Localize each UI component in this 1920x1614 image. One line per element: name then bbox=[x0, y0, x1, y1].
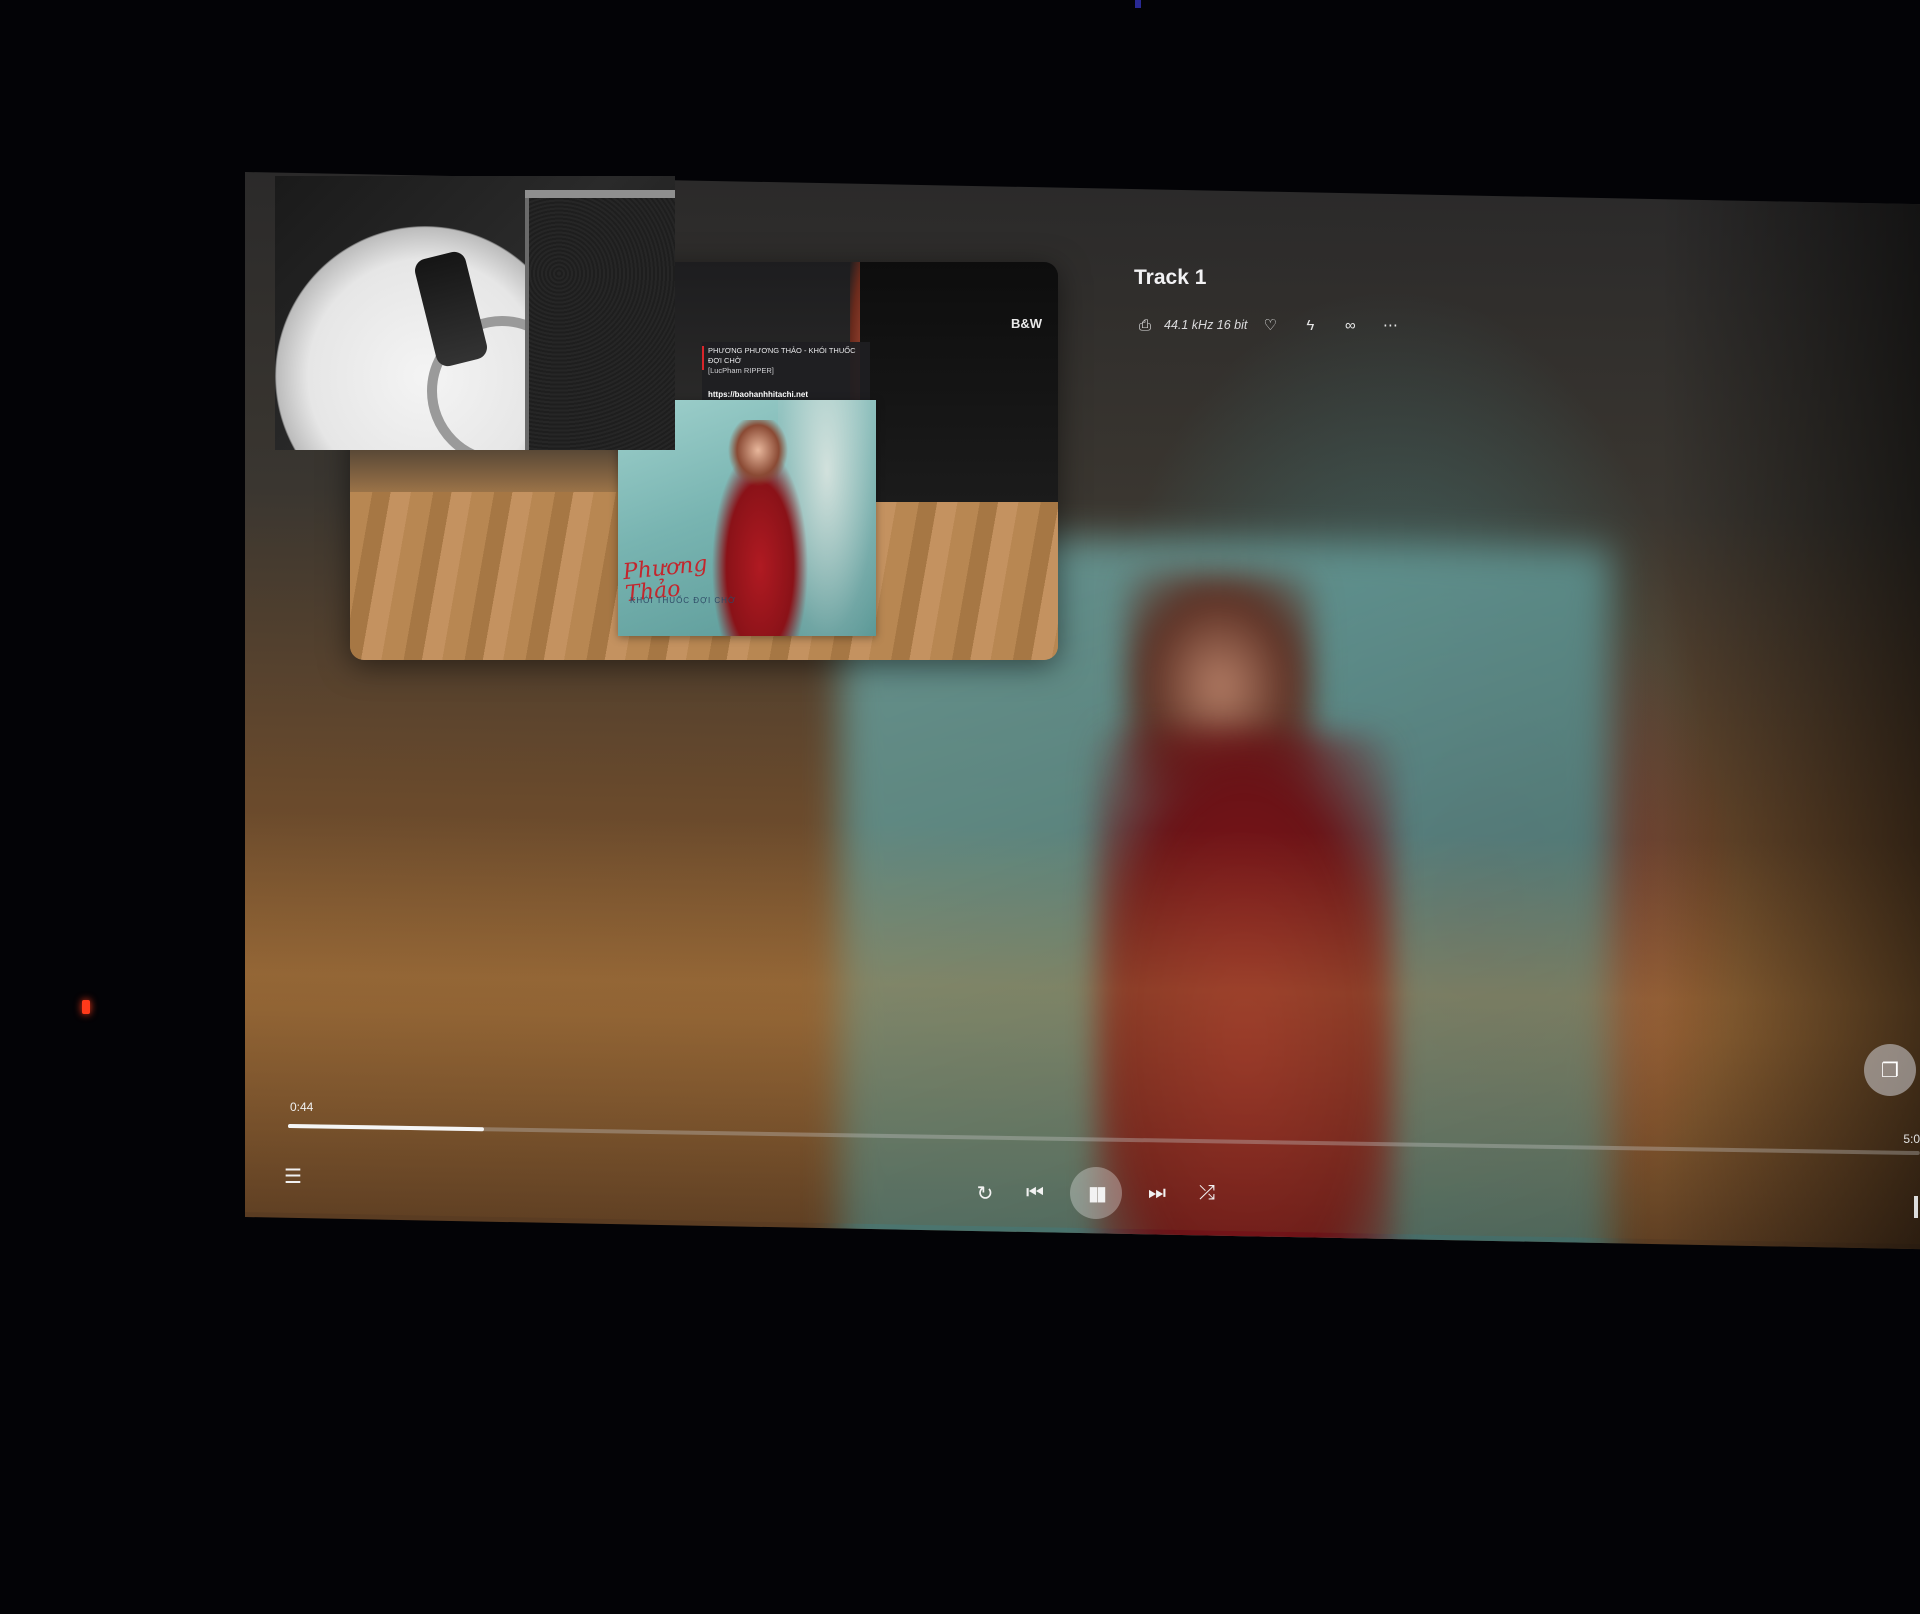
queue-icon: ☰ bbox=[284, 1166, 302, 1188]
previous-button[interactable]: ⏮ bbox=[1020, 1178, 1050, 1208]
infinity-icon[interactable]: ∞ bbox=[1339, 314, 1361, 336]
artwork-toggle-button[interactable]: ❐ bbox=[1864, 1044, 1916, 1096]
artwork-icon: ❐ bbox=[1881, 1059, 1899, 1082]
shuffle-icon: ⤮ bbox=[1199, 1181, 1215, 1204]
strip-url: https://baohanhhitachi.net bbox=[708, 390, 808, 399]
next-icon: ⏭ bbox=[1148, 1181, 1166, 1204]
lightning-icon[interactable]: ϟ bbox=[1299, 314, 1321, 336]
audio-quality: 44.1 kHz 16 bit bbox=[1164, 318, 1248, 332]
heart-icon[interactable]: ♡ bbox=[1259, 314, 1281, 336]
headphone-photo bbox=[275, 176, 675, 450]
power-led bbox=[82, 1000, 90, 1014]
more-icon[interactable]: ⋯ bbox=[1379, 314, 1401, 336]
track-meta-row: ⎙ 44.1 kHz 16 bit ♡ ϟ ∞ ⋯ bbox=[1134, 314, 1401, 336]
strip-credit: [LucPham RIPPER] bbox=[708, 366, 774, 375]
track-title: Track 1 bbox=[1134, 266, 1207, 289]
strip-title: PHƯƠNG PHƯƠNG THẢO - KHÓI THUỐC ĐỢI CHỜ bbox=[708, 346, 856, 365]
brand-logo: B&W bbox=[1010, 316, 1042, 331]
play-pause-button[interactable]: ▮▮ bbox=[1070, 1167, 1122, 1219]
repeat-button[interactable]: ↻ bbox=[970, 1178, 1000, 1208]
next-button[interactable]: ⏭ bbox=[1142, 1178, 1172, 1208]
repeat-icon: ↻ bbox=[976, 1182, 994, 1205]
shuffle-button[interactable]: ⤮ bbox=[1192, 1178, 1222, 1208]
cd-subtitle: KHÓI THUỐC ĐỢI CHỜ bbox=[630, 596, 736, 605]
volume-indicator[interactable] bbox=[1914, 1196, 1918, 1218]
device-icon[interactable]: ⎙ bbox=[1134, 314, 1156, 336]
reflection-glint bbox=[1135, 0, 1141, 8]
playback-controls: ↻ ⏮ ▮▮ ⏭ ⤮ bbox=[970, 1165, 1222, 1221]
time-elapsed: 0:44 bbox=[290, 1100, 314, 1114]
pause-icon: ▮▮ bbox=[1087, 1182, 1107, 1205]
speaker-image bbox=[860, 262, 1058, 502]
queue-button[interactable]: ☰ bbox=[280, 1166, 306, 1188]
time-total: 5:0 bbox=[1903, 1132, 1920, 1146]
previous-icon: ⏮ bbox=[1026, 1181, 1044, 1204]
